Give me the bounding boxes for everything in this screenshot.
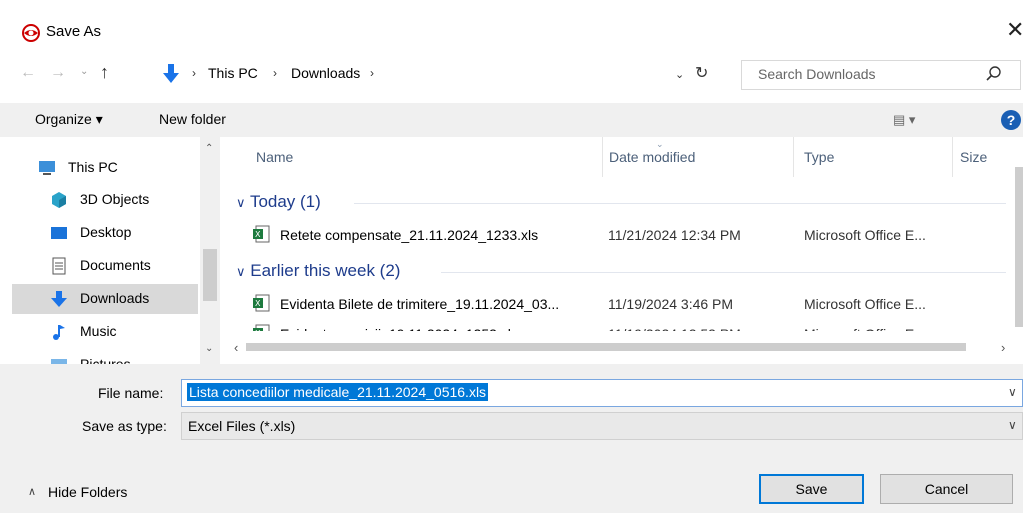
sidebar-item-label: This PC: [68, 159, 118, 175]
save-as-type-label: Save as type:: [82, 418, 167, 434]
column-header-name[interactable]: Name: [256, 149, 293, 165]
scroll-right-icon[interactable]: ›: [1001, 340, 1005, 355]
document-icon: [52, 257, 66, 275]
command-toolbar: Organize ▾ New folder ▤ ▾ ?: [0, 103, 1023, 137]
sidebar-item-desktop[interactable]: Desktop: [12, 218, 198, 248]
breadcrumb-separator-icon[interactable]: ›: [273, 66, 277, 80]
svg-text:X: X: [255, 299, 261, 308]
excel-file-icon: X: [253, 294, 270, 312]
scrollbar-thumb[interactable]: [203, 249, 217, 301]
breadcrumb-this-pc[interactable]: This PC: [208, 65, 258, 81]
file-date: 11/21/2024 12:34 PM: [608, 227, 741, 243]
column-header-size[interactable]: Size: [960, 149, 987, 165]
breadcrumb-separator-icon[interactable]: ›: [370, 66, 374, 80]
svg-text:X: X: [255, 230, 261, 239]
column-divider[interactable]: [602, 137, 603, 177]
file-type: Microsoft Office E...: [804, 227, 926, 243]
column-divider[interactable]: [793, 137, 794, 177]
column-header-date-modified[interactable]: Date modified: [609, 149, 695, 165]
save-as-type-dropdown-icon[interactable]: ∨: [1008, 418, 1017, 432]
sidebar-item-documents[interactable]: Documents: [12, 251, 198, 281]
sidebar-item-label: Downloads: [80, 290, 150, 306]
sidebar-item-label: Desktop: [80, 224, 132, 240]
file-list-horizontal-scrollbar[interactable]: ‹ ›: [226, 331, 1023, 364]
scroll-up-icon[interactable]: ⌃: [205, 143, 213, 154]
navigation-pane: This PC 3D Objects Desktop Documents Dow…: [0, 137, 220, 372]
group-chevron-icon[interactable]: ∨: [236, 195, 246, 210]
breadcrumb-downloads[interactable]: Downloads: [291, 65, 360, 81]
music-icon: [53, 325, 65, 340]
download-icon: [51, 291, 67, 307]
group-chevron-icon[interactable]: ∨: [236, 264, 246, 279]
scrollbar-thumb[interactable]: [1015, 167, 1023, 327]
organize-menu-button[interactable]: Organize ▾: [35, 111, 103, 128]
save-button[interactable]: Save: [759, 474, 864, 504]
forward-arrow-icon[interactable]: →: [50, 64, 66, 82]
scroll-down-icon[interactable]: ⌄: [205, 343, 213, 354]
save-as-type-value: Excel Files (*.xls): [188, 418, 296, 434]
group-divider: [354, 203, 1006, 204]
sidebar-item-downloads[interactable]: Downloads: [12, 284, 198, 314]
save-options-panel: File name: Lista concediilor medicale_21…: [0, 364, 1023, 513]
pc-icon: [39, 161, 55, 175]
file-name[interactable]: Retete compensate_21.11.2024_1233.xls: [280, 227, 538, 243]
search-input[interactable]: Search Downloads: [741, 60, 1021, 90]
address-dropdown-icon[interactable]: ⌄: [675, 68, 684, 81]
cancel-button[interactable]: Cancel: [880, 474, 1013, 504]
window-title: Save As: [46, 23, 102, 40]
sidebar-item-label: Music: [80, 323, 117, 339]
column-divider[interactable]: [952, 137, 953, 177]
close-icon[interactable]: ✕: [1006, 19, 1023, 41]
file-list-vertical-scrollbar[interactable]: [1013, 137, 1023, 331]
breadcrumb-separator-icon[interactable]: ›: [192, 66, 196, 80]
group-header-earlier-this-week[interactable]: ∨ Earlier this week (2): [236, 261, 400, 281]
sidebar-item-this-pc[interactable]: This PC: [12, 153, 198, 183]
refresh-icon[interactable]: ↻: [695, 63, 708, 83]
sidebar-item-label: 3D Objects: [80, 191, 150, 207]
cube-icon: [52, 192, 66, 208]
navigation-pane-scrollbar[interactable]: ⌃ ⌄: [200, 137, 220, 364]
save-as-dialog: Save As ✕ ← → ⌄ ↑ › This PC › Downloads …: [0, 0, 1023, 513]
file-name-value[interactable]: Lista concediilor medicale_21.11.2024_05…: [187, 383, 489, 401]
sidebar-item-3d-objects[interactable]: 3D Objects: [12, 185, 198, 215]
download-arrow-icon: [163, 64, 179, 83]
recent-locations-chevron-icon[interactable]: ⌄: [80, 66, 88, 77]
chevron-up-icon: ∧: [28, 486, 37, 498]
desktop-icon: [51, 227, 67, 239]
excel-file-icon: X: [253, 225, 270, 243]
sidebar-item-label: Documents: [80, 257, 151, 273]
file-name-label: File name:: [98, 385, 164, 401]
group-label: Earlier this week (2): [250, 261, 401, 280]
hide-folders-label: Hide Folders: [48, 484, 128, 500]
sidebar-item-music[interactable]: Music: [12, 317, 198, 347]
title-bar: Save As ✕: [0, 0, 1023, 60]
group-divider: [441, 272, 1006, 273]
file-name-dropdown-icon[interactable]: ∨: [1008, 385, 1017, 399]
scrollbar-thumb[interactable]: [246, 343, 966, 351]
file-list: Name ⌄ Date modified Type Size ∨ Today (…: [226, 137, 1023, 364]
hide-folders-button[interactable]: ∧ Hide Folders: [28, 484, 128, 500]
new-folder-button[interactable]: New folder: [159, 111, 226, 127]
up-arrow-icon[interactable]: ↑: [100, 62, 109, 83]
change-view-icon[interactable]: ▤ ▾: [893, 112, 915, 128]
help-icon[interactable]: ?: [1001, 110, 1021, 130]
scroll-left-icon[interactable]: ‹: [234, 340, 238, 355]
file-name[interactable]: Evidenta Bilete de trimitere_19.11.2024_…: [280, 296, 559, 312]
address-bar[interactable]: › This PC › Downloads › ⌄ ↻: [158, 60, 739, 90]
column-header-type[interactable]: Type: [804, 149, 834, 165]
search-placeholder: Search Downloads: [758, 66, 876, 82]
group-header-today[interactable]: ∨ Today (1): [236, 192, 321, 212]
app-eye-icon: [22, 24, 40, 42]
file-date: 11/19/2024 3:46 PM: [608, 296, 734, 312]
file-type: Microsoft Office E...: [804, 296, 926, 312]
save-as-type-select[interactable]: Excel Files (*.xls) ∨: [181, 412, 1023, 440]
search-icon[interactable]: [985, 65, 1003, 83]
file-name-input[interactable]: Lista concediilor medicale_21.11.2024_05…: [181, 379, 1023, 407]
group-label: Today (1): [249, 192, 321, 211]
back-arrow-icon[interactable]: ←: [20, 64, 36, 82]
navigation-bar: ← → ⌄ ↑ › This PC › Downloads › ⌄ ↻ Sear…: [0, 60, 1023, 90]
